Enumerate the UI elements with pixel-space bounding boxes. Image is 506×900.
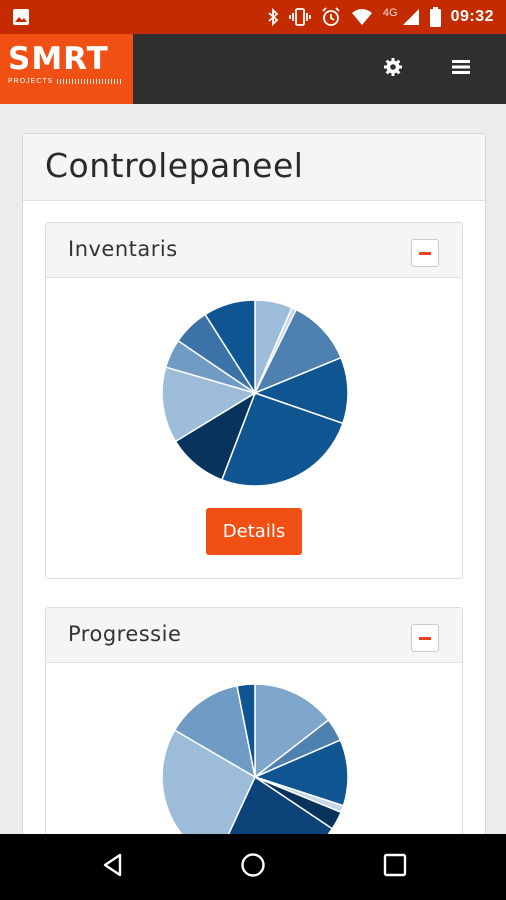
main-content[interactable]: Controlepaneel Inventaris Details Progre… — [0, 104, 506, 834]
logo-subtext-row: PROJECTS — [8, 78, 133, 85]
gear-icon — [383, 57, 403, 82]
details-button[interactable]: Details — [206, 508, 302, 555]
back-button[interactable] — [98, 852, 128, 882]
image-icon — [12, 8, 30, 26]
settings-button[interactable] — [378, 54, 408, 84]
status-bar-left — [12, 8, 267, 26]
bluetooth-icon — [267, 8, 279, 26]
navigation-bar — [0, 834, 506, 900]
logo[interactable]: SMRT PROJECTS — [0, 34, 133, 104]
wifi-icon — [351, 8, 373, 26]
logo-decoration — [57, 79, 122, 84]
menu-button[interactable] — [446, 54, 476, 84]
clock: 09:32 — [450, 8, 494, 25]
network-type: 4G — [382, 7, 398, 19]
app-bar: SMRT PROJECTS — [0, 34, 506, 104]
signal-icon — [402, 8, 420, 26]
status-bar: 4G 09:32 — [0, 0, 506, 34]
hamburger-menu-icon — [451, 59, 471, 80]
page-title: Controlepaneel — [45, 146, 304, 185]
home-icon — [240, 852, 266, 883]
alarm-icon — [321, 7, 341, 27]
logo-text: SMRT — [8, 41, 109, 77]
battery-icon — [429, 7, 441, 27]
recents-icon — [383, 853, 407, 882]
inventaris-card: Inventaris Details — [45, 222, 463, 579]
back-icon — [100, 852, 126, 883]
recents-button[interactable] — [380, 852, 410, 882]
progressie-card: Progressie — [45, 607, 463, 834]
vibrate-icon — [288, 8, 311, 26]
home-button[interactable] — [238, 852, 268, 882]
logo-subtext: PROJECTS — [8, 78, 54, 85]
dashboard-panel: Controlepaneel Inventaris Details Progre… — [22, 133, 486, 834]
panel-header: Controlepaneel — [23, 134, 485, 201]
progressie-pie-chart — [161, 683, 349, 834]
status-bar-right: 4G 09:32 — [267, 7, 494, 27]
